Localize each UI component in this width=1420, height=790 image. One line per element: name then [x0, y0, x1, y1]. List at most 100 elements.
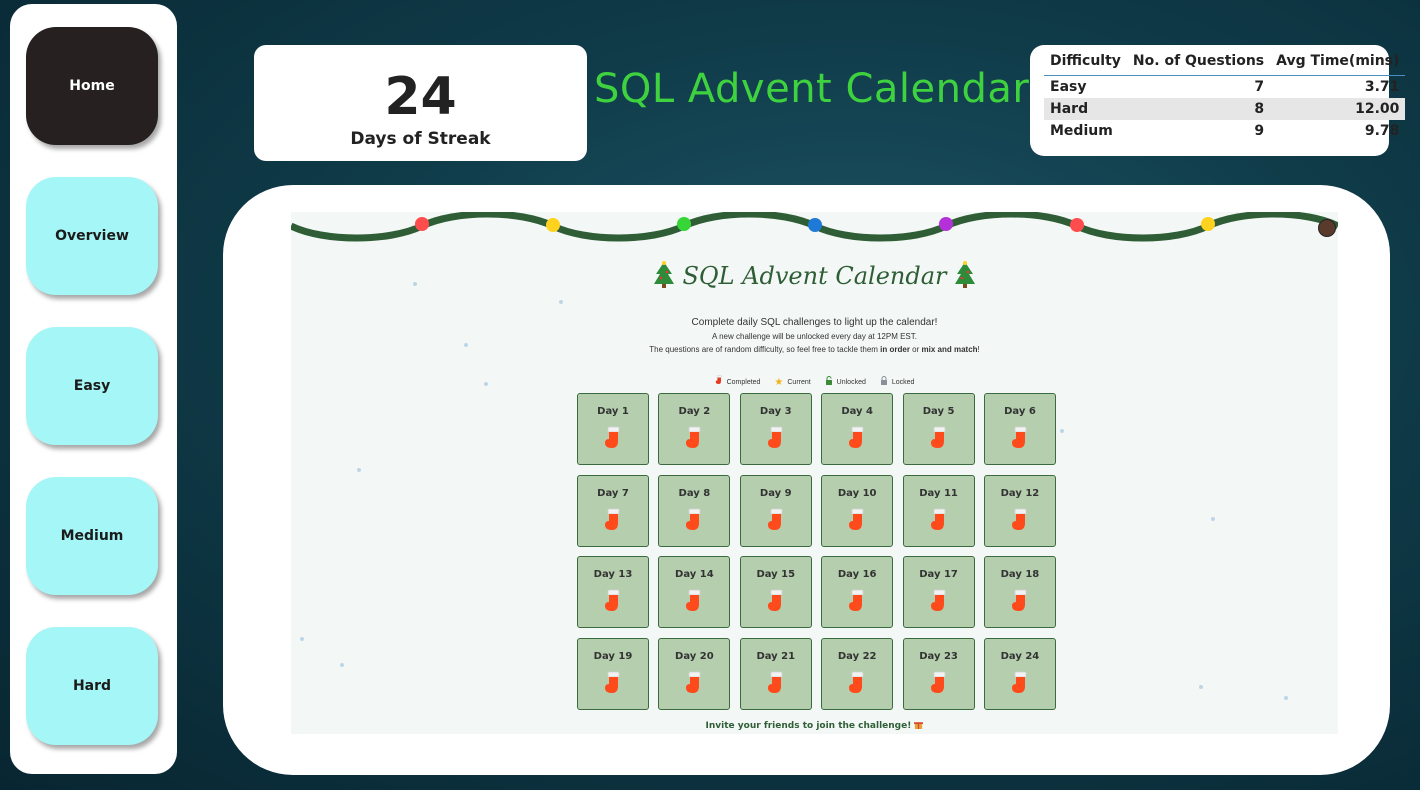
day-tile[interactable]: Day 18: [983, 556, 1056, 628]
invite-message[interactable]: Invite your friends to join the challeng…: [291, 720, 1338, 731]
stocking-icon: [603, 508, 623, 537]
stocking-icon: [684, 671, 704, 700]
nav-home-button[interactable]: Home: [26, 27, 158, 145]
day-label: Day 24: [1000, 650, 1040, 662]
snowflake-decoration: [1199, 685, 1203, 689]
sidebar-nav: Home Overview Easy Medium Hard: [10, 4, 177, 774]
day-label: Day 18: [1000, 569, 1040, 580]
nav-easy-button[interactable]: Easy: [26, 327, 158, 445]
cell-avg: 3.71: [1364, 79, 1400, 95]
light-bulb-decoration: [415, 217, 429, 231]
day-label: Day 23: [919, 650, 958, 662]
day-label: Day 15: [756, 569, 796, 580]
day-tile[interactable]: Day 2: [658, 393, 731, 465]
page-title: SQL Advent Calendar: [594, 66, 1030, 112]
day-tile[interactable]: Day 20: [658, 637, 731, 710]
day-tile[interactable]: Day 7: [577, 474, 649, 547]
day-tile[interactable]: Day 19: [577, 637, 649, 710]
stocking-icon: [684, 508, 704, 537]
day-tile[interactable]: Day 22: [821, 637, 894, 710]
day-tile[interactable]: Day 5: [902, 393, 975, 465]
legend-label: Current: [787, 379, 811, 386]
day-tile[interactable]: Day 4: [821, 393, 894, 465]
day-tile[interactable]: Day 10: [821, 474, 894, 547]
cell-count: 9: [1254, 123, 1265, 139]
day-tile[interactable]: Day 1: [577, 393, 649, 465]
stocking-icon: [847, 508, 867, 537]
day-tile[interactable]: Day 17: [902, 556, 975, 628]
stocking-icon: [715, 375, 723, 388]
column-header-avg-time[interactable]: Avg Time(mins): [1270, 51, 1406, 76]
cell-difficulty: Hard: [1044, 98, 1127, 120]
calendar-title-text: SQL Advent Calendar: [682, 262, 947, 290]
stocking-icon: [684, 426, 704, 455]
stocking-icon: [1010, 426, 1030, 455]
stocking-icon: [766, 508, 786, 537]
advent-calendar-webview: SQL Advent Calendar Complete daily SQL c…: [291, 212, 1338, 734]
difficulty-note-bold: mix and match: [921, 345, 978, 354]
legend-completed: Completed: [715, 375, 761, 388]
light-bulb-decoration: [1201, 217, 1215, 231]
stocking-icon: [603, 589, 623, 618]
day-tile[interactable]: Day 14: [658, 556, 731, 628]
day-tile[interactable]: Day 6: [983, 393, 1056, 465]
user-avatar[interactable]: [1318, 219, 1336, 237]
day-label: Day 7: [597, 487, 629, 499]
day-tile[interactable]: Day 23: [902, 637, 975, 710]
nav-overview-button[interactable]: Overview: [26, 177, 158, 295]
snowflake-decoration: [1060, 429, 1064, 433]
cell-avg: 12.00: [1270, 98, 1406, 120]
snowflake-decoration: [300, 637, 304, 641]
day-tile[interactable]: Day 15: [739, 556, 812, 628]
cell-count: 8: [1126, 98, 1271, 120]
stocking-icon: [847, 671, 867, 700]
calendar-legend: Completed ★ Current Unlocked Locked: [291, 375, 1338, 388]
snowflake-decoration: [340, 663, 344, 667]
day-tile[interactable]: Day 8: [658, 474, 731, 547]
invite-text: Invite your friends to join the challeng…: [705, 721, 912, 731]
stocking-icon: [1010, 508, 1030, 537]
day-tile[interactable]: Day 13: [577, 556, 649, 628]
calendar-day-grid: Day 1 Day 2 Day 3 Day 4 Day 5 Day 6 Day 7 Day 8…: [577, 393, 1056, 710]
unlocked-icon: [825, 376, 833, 388]
cell-difficulty: Medium: [1050, 123, 1113, 139]
day-tile[interactable]: Day 16: [821, 556, 894, 628]
day-tile[interactable]: Day 12: [983, 474, 1056, 547]
day-label: Day 5: [922, 406, 955, 417]
difficulty-stats-card: Difficulty No. of Questions Avg Time(min…: [1030, 45, 1406, 156]
column-header-questions[interactable]: No. of Questions: [1126, 51, 1271, 76]
legend-label: Unlocked: [836, 379, 866, 386]
stocking-icon: [766, 671, 786, 700]
stocking-icon: [603, 426, 623, 455]
difficulty-note-text: !: [977, 345, 980, 354]
christmas-tree-icon: [954, 261, 976, 290]
difficulty-note: The questions are of random difficulty, …: [291, 345, 1338, 354]
day-tile[interactable]: Day 24: [983, 637, 1056, 710]
stocking-icon: [929, 508, 949, 537]
day-label: Day 9: [759, 487, 792, 499]
day-label: Day 22: [837, 650, 877, 662]
column-header-difficulty[interactable]: Difficulty: [1044, 51, 1127, 76]
stocking-icon: [929, 589, 949, 618]
light-bulb-decoration: [939, 217, 953, 231]
legend-label: Completed: [726, 379, 761, 386]
day-label: Day 19: [593, 650, 633, 662]
day-tile[interactable]: Day 3: [739, 393, 812, 465]
day-label: Day 6: [1004, 406, 1036, 417]
day-tile[interactable]: Day 11: [902, 474, 975, 547]
christmas-tree-icon: [653, 261, 683, 290]
locked-icon: [880, 376, 888, 388]
stocking-icon: [603, 671, 623, 700]
light-bulb-decoration: [808, 218, 822, 232]
difficulty-note-bold: in order: [880, 345, 910, 354]
nav-medium-button[interactable]: Medium: [26, 477, 158, 595]
calendar-subtitle: Complete daily SQL challenges to light u…: [691, 317, 938, 328]
day-label: Day 12: [1000, 487, 1040, 499]
day-tile[interactable]: Day 21: [739, 637, 812, 710]
legend-locked: Locked: [880, 376, 914, 388]
stocking-icon: [1010, 671, 1030, 700]
day-tile[interactable]: Day 9: [739, 474, 812, 547]
gift-icon: [914, 721, 924, 731]
light-bulb-decoration: [1070, 218, 1084, 232]
nav-hard-button[interactable]: Hard: [26, 627, 158, 745]
